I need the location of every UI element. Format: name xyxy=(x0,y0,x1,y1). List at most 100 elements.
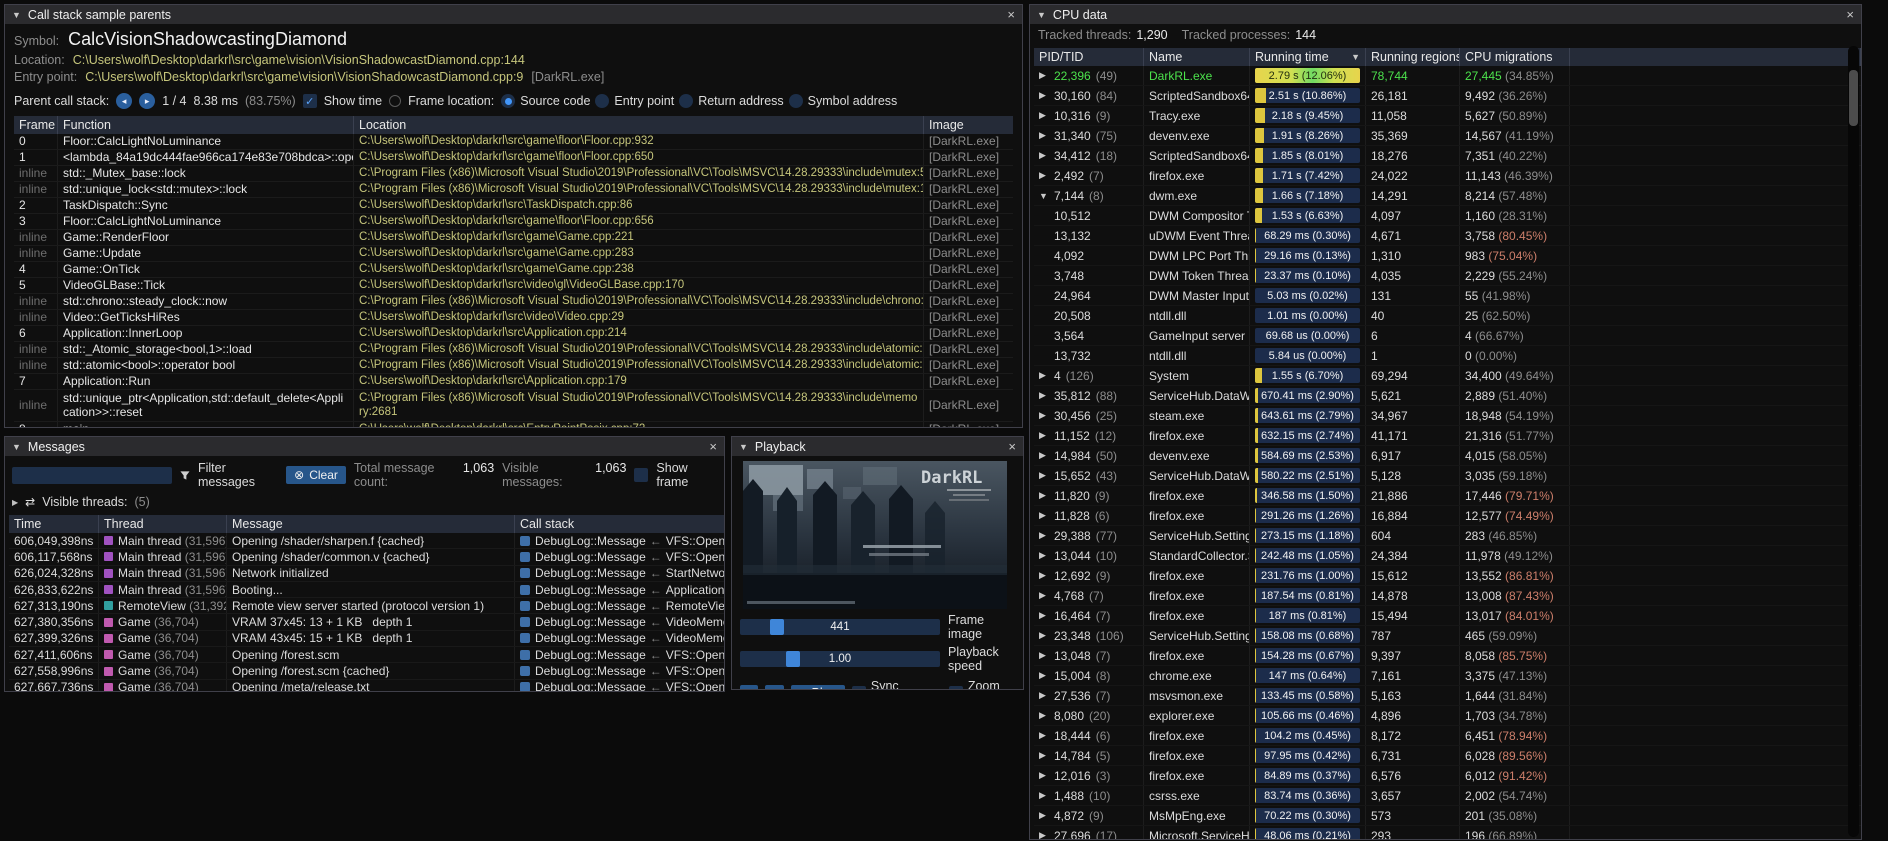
expand-arrow-icon[interactable]: ▶ xyxy=(1039,550,1049,561)
message-callstack[interactable]: DebugLog::Message ← RemoteVie xyxy=(515,598,724,613)
cpu-row[interactable]: ▶ 30,160 (84) ScriptedSandbox64.exe 2.51… xyxy=(1034,86,1861,106)
message-callstack[interactable]: DebugLog::Message ← VFS::Open xyxy=(515,533,724,548)
callstack-frame-row[interactable]: inline std::unique_lock<std::mutex>::loc… xyxy=(14,182,1013,198)
message-row[interactable]: 627,411,606ns Game (36,704) Opening /for… xyxy=(9,647,724,663)
callstack-frame-row[interactable]: 4 Game::OnTick C:\Users\wolf\Desktop\dar… xyxy=(14,262,1013,278)
cpu-row[interactable]: 3,748 DWM Token Thread 23.37 ms (0.10%) … xyxy=(1034,266,1861,286)
expand-arrow-icon[interactable]: ▶ xyxy=(1039,450,1049,461)
message-row[interactable]: 626,024,328ns Main thread (31,596) Netwo… xyxy=(9,566,724,582)
col-cpu-migrations[interactable]: CPU migrations xyxy=(1460,48,1570,66)
expand-arrow-icon[interactable]: ▶ xyxy=(1039,730,1049,741)
message-row[interactable]: 627,667,736ns Game (36,704) Opening /met… xyxy=(9,680,724,691)
message-row[interactable]: 627,380,356ns Game (36,704) VRAM 37x45: … xyxy=(9,614,724,630)
cpu-row[interactable]: 4,092 DWM LPC Port Thread 29.16 ms (0.13… xyxy=(1034,246,1861,266)
expand-arrow-icon[interactable]: ▶ xyxy=(1039,130,1049,141)
cpu-row[interactable]: ▶ 8,080 (20) explorer.exe 105.66 ms (0.4… xyxy=(1034,706,1861,726)
expand-arrow-icon[interactable]: ▶ xyxy=(1039,710,1049,721)
playback-titlebar[interactable]: ▼ Playback × xyxy=(732,437,1023,456)
scrollbar-thumb[interactable] xyxy=(1849,70,1858,126)
cpu-row[interactable]: ▶ 27,696 (17) Microsoft.ServiceHub.Co 48… xyxy=(1034,826,1861,839)
radio-icon[interactable] xyxy=(789,94,803,108)
clear-button[interactable]: ⊗ Clear xyxy=(286,466,346,484)
cpu-row[interactable]: ▶ 16,464 (7) firefox.exe 187 ms (0.81%) … xyxy=(1034,606,1861,626)
expand-arrow-icon[interactable]: ▶ xyxy=(1039,670,1049,681)
cpu-row[interactable]: 10,512 DWM Compositor Thread 1.53 s (6.6… xyxy=(1034,206,1861,226)
cpu-row[interactable]: ▶ 15,004 (8) chrome.exe 147 ms (0.64%) 7… xyxy=(1034,666,1861,686)
expand-arrow-icon[interactable]: ▶ xyxy=(1039,590,1049,601)
vertical-scrollbar[interactable] xyxy=(1848,46,1859,837)
step-forward-button[interactable]: ▶ xyxy=(765,685,783,690)
close-icon[interactable]: × xyxy=(1008,440,1016,453)
cpu-row[interactable]: ▶ 2,492 (7) firefox.exe 1.71 s (7.42%) 2… xyxy=(1034,166,1861,186)
cpu-row[interactable]: ▶ 4,768 (7) firefox.exe 187.54 ms (0.81%… xyxy=(1034,586,1861,606)
cpu-row[interactable]: ▶ 11,828 (6) firefox.exe 291.26 ms (1.26… xyxy=(1034,506,1861,526)
cpu-row[interactable]: ▶ 22,396 (49) DarkRL.exe 2.79 s (12.06%)… xyxy=(1034,66,1861,86)
cpu-row[interactable]: ▶ 12,016 (3) firefox.exe 84.89 ms (0.37%… xyxy=(1034,766,1861,786)
callstack-frame-row[interactable]: inline std::_Mutex_base::lock C:\Program… xyxy=(14,166,1013,182)
callstack-frame-row[interactable]: 2 TaskDispatch::Sync C:\Users\wolf\Deskt… xyxy=(14,198,1013,214)
play-button[interactable]: ▶ Play xyxy=(791,685,845,690)
expand-arrow-icon[interactable]: ▶ xyxy=(1039,70,1049,81)
message-row[interactable]: 627,313,190ns RemoteView (31,392) Remote… xyxy=(9,598,724,614)
sync-timeline-option[interactable]: Sync timeline xyxy=(852,679,942,689)
cpu-row[interactable]: ▶ 31,340 (75) devenv.exe 1.91 s (8.26%) … xyxy=(1034,126,1861,146)
cpu-row[interactable]: ▶ 13,048 (7) firefox.exe 154.28 ms (0.67… xyxy=(1034,646,1861,666)
callstack-frame-row[interactable]: inline std::chrono::steady_clock::now C:… xyxy=(14,294,1013,310)
expand-arrow-icon[interactable]: ▶ xyxy=(1039,510,1049,521)
callstack-frame-row[interactable]: 5 VideoGLBase::Tick C:\Users\wolf\Deskto… xyxy=(14,278,1013,294)
close-icon[interactable]: × xyxy=(709,440,717,453)
callstack-frame-row[interactable]: inline Game::Update C:\Users\wolf\Deskto… xyxy=(14,246,1013,262)
message-row[interactable]: 627,558,996ns Game (36,704) Opening /for… xyxy=(9,663,724,679)
col-name[interactable]: Name xyxy=(1144,48,1250,66)
expand-arrow-icon[interactable]: ▶ xyxy=(1039,170,1049,181)
collapse-arrow-icon[interactable]: ▼ xyxy=(12,442,21,452)
messages-titlebar[interactable]: ▼ Messages × xyxy=(5,437,724,456)
cpu-row[interactable]: ▶ 29,388 (77) ServiceHub.SettingsHost 27… xyxy=(1034,526,1861,546)
cpu-row[interactable]: ▶ 27,536 (7) msvsmon.exe 133.45 ms (0.58… xyxy=(1034,686,1861,706)
callstack-frame-row[interactable]: 8 main C:\Users\wolf\Desktop\darkrl\src\… xyxy=(14,422,1013,427)
cpu-row[interactable]: 20,508 ntdll.dll 1.01 ms (0.00%) 40 25 (… xyxy=(1034,306,1861,326)
callstack-frame-row[interactable]: inline std::atomic<bool>::operator bool … xyxy=(14,358,1013,374)
zoom-checkbox[interactable] xyxy=(949,686,963,689)
cpu-row[interactable]: ▶ 34,412 (18) ScriptedSandbox64.exe 1.85… xyxy=(1034,146,1861,166)
cpu-row[interactable]: 3,564 GameInput server 69.68 us (0.00%) … xyxy=(1034,326,1861,346)
expand-arrow-icon[interactable]: ▶ xyxy=(1039,370,1049,381)
radio-icon[interactable] xyxy=(595,94,609,108)
expand-arrow-icon[interactable]: ▶ xyxy=(1039,390,1049,401)
expand-arrow-icon[interactable]: ▶ xyxy=(1039,530,1049,541)
expand-arrow-icon[interactable]: ▶ xyxy=(1039,470,1049,481)
show-frame-checkbox[interactable] xyxy=(634,468,648,482)
cpu-row[interactable]: 13,132 uDWM Event Thread 68.29 ms (0.30%… xyxy=(1034,226,1861,246)
cpu-row[interactable]: 24,964 DWM Master Input Thread 5.03 ms (… xyxy=(1034,286,1861,306)
zoom-option[interactable]: Zoom 2× xyxy=(949,679,1015,689)
callstack-frame-row[interactable]: inline Video::GetTicksHiRes C:\Users\wol… xyxy=(14,310,1013,326)
message-filter-input[interactable] xyxy=(12,467,172,484)
col-running-regions[interactable]: Running regions xyxy=(1366,48,1460,66)
callstack-frame-row[interactable]: 0 Floor::CalcLightNoLuminance C:\Users\w… xyxy=(14,134,1013,150)
radio-option[interactable]: Return address xyxy=(679,94,783,108)
cpu-row[interactable]: ▶ 35,812 (88) ServiceHub.DataWarehou 670… xyxy=(1034,386,1861,406)
expand-arrow-icon[interactable]: ▶ xyxy=(1039,810,1049,821)
cpu-row[interactable]: ▶ 12,692 (9) firefox.exe 231.76 ms (1.00… xyxy=(1034,566,1861,586)
collapse-arrow-icon[interactable]: ▼ xyxy=(12,10,21,20)
col-pid-tid[interactable]: PID/TID xyxy=(1034,48,1144,66)
expand-arrow-icon[interactable]: ▶ xyxy=(1039,630,1049,641)
radio-icon[interactable] xyxy=(679,94,693,108)
collapse-arrow-icon[interactable]: ▼ xyxy=(739,442,748,452)
cpu-row[interactable]: ▶ 4 (126) System 1.55 s (6.70%) 69,294 3… xyxy=(1034,366,1861,386)
cpu-row[interactable]: ▶ 1,488 (10) csrss.exe 83.74 ms (0.36%) … xyxy=(1034,786,1861,806)
cpu-row[interactable]: ▶ 11,820 (9) firefox.exe 346.58 ms (1.50… xyxy=(1034,486,1861,506)
expand-arrow-icon[interactable]: ▶ xyxy=(1039,150,1049,161)
cpu-row[interactable]: ▼ 7,144 (8) dwm.exe 1.66 s (7.18%) 14,29… xyxy=(1034,186,1861,206)
close-icon[interactable]: × xyxy=(1007,8,1015,21)
callstack-frame-row[interactable]: inline std::unique_ptr<Application,std::… xyxy=(14,390,1013,422)
expand-arrow-icon[interactable]: ▶ xyxy=(12,498,18,507)
expand-arrow-icon[interactable]: ▶ xyxy=(1039,430,1049,441)
cpu-row[interactable]: ▶ 4,872 (9) MsMpEng.exe 70.22 ms (0.30%)… xyxy=(1034,806,1861,826)
cpu-row[interactable]: ▶ 10,316 (9) Tracy.exe 2.18 s (9.45%) 11… xyxy=(1034,106,1861,126)
expand-arrow-icon[interactable]: ▶ xyxy=(1039,490,1049,501)
message-callstack[interactable]: DebugLog::Message ← Application: xyxy=(515,582,724,597)
expand-arrow-icon[interactable]: ▶ xyxy=(1039,690,1049,701)
cpu-titlebar[interactable]: ▼ CPU data × xyxy=(1030,5,1861,24)
radio-option[interactable]: Symbol address xyxy=(789,94,898,108)
